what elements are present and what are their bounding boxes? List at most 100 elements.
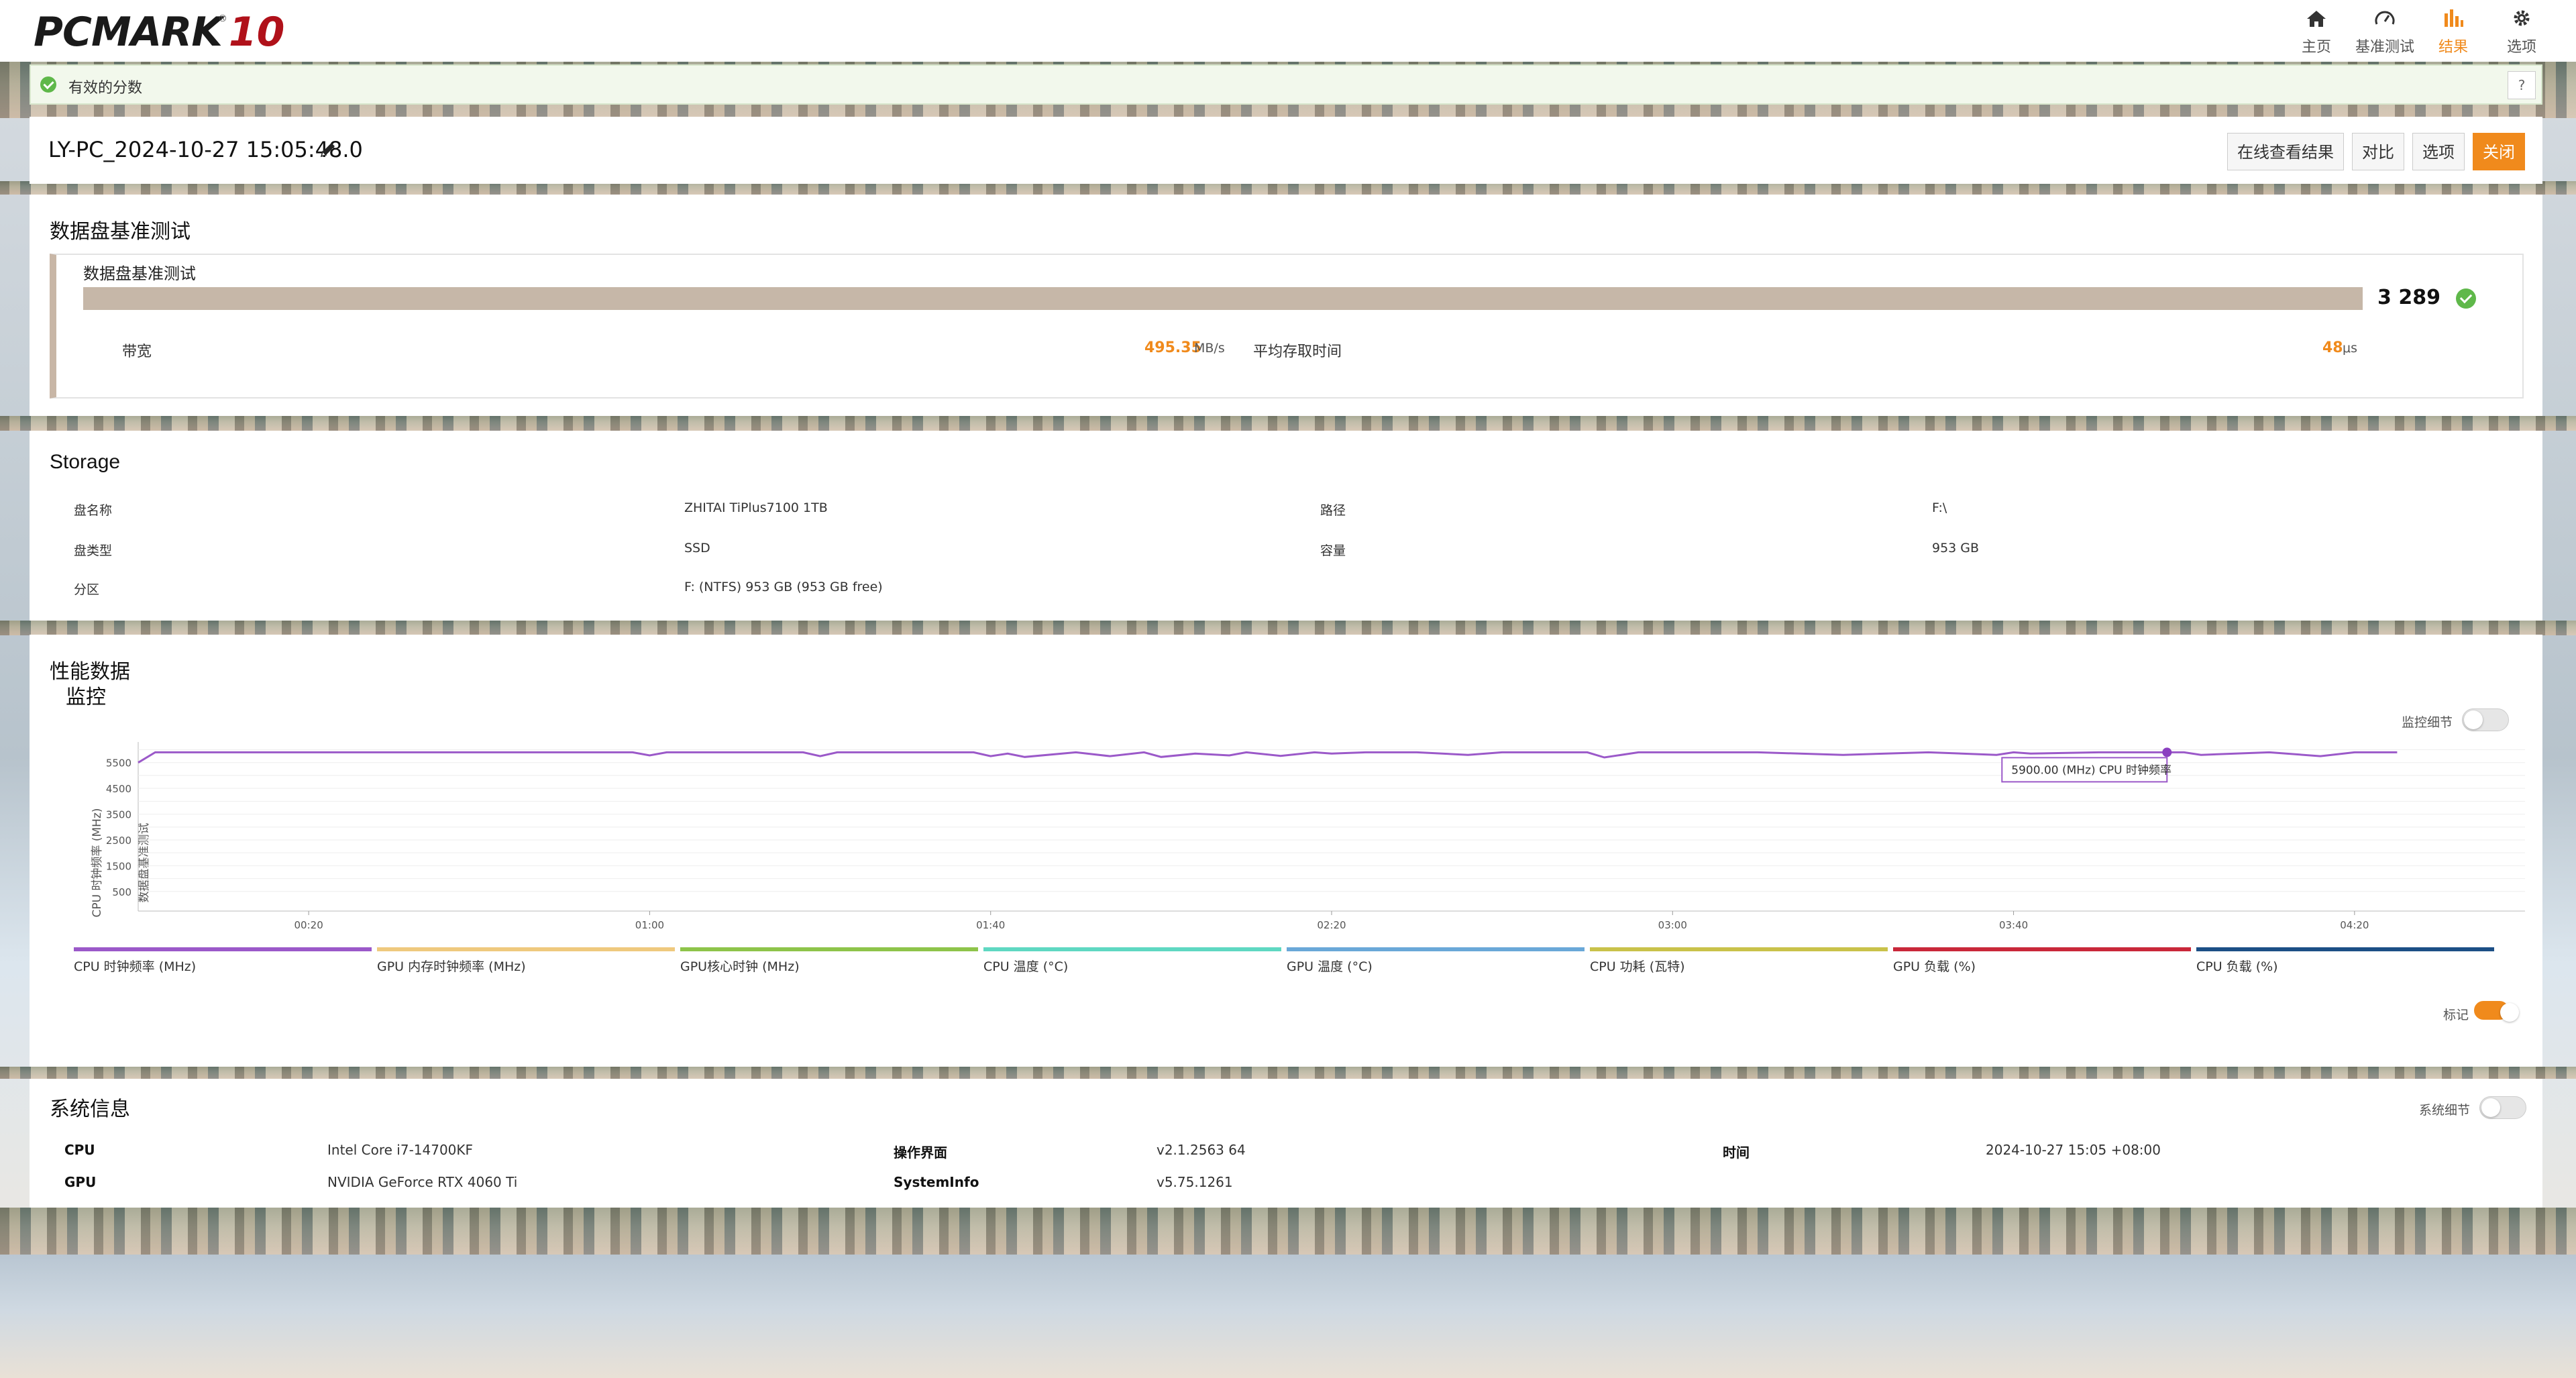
monitor-detail-toggle[interactable]: [2462, 708, 2509, 731]
bandwidth-unit: MB/s: [1194, 341, 1225, 356]
performance-panel: 性能数据 监控 监控细节 CPU 时钟频率 (MHz) 数据盘基准测试 500 1…: [30, 635, 2542, 1067]
nav-options-label: 选项: [2506, 39, 2536, 56]
gear-icon: [2514, 10, 2530, 26]
benchmark-panel-title: 数据盘基准测试: [50, 220, 191, 244]
latency-value: 48: [2322, 339, 2343, 356]
nav-benchmarks[interactable]: 基准测试: [2351, 5, 2419, 56]
benchmark-score-card: 数据盘基准测试 3 289 带宽 495.35 MB/s 平均存取时间 48 μ…: [50, 254, 2524, 399]
y-tick-label: 3500: [106, 809, 131, 821]
storage-value: F: (NTFS) 953 GB (953 GB free): [684, 580, 883, 594]
gpu-value: NVIDIA GeForce RTX 4060 Ti: [327, 1174, 518, 1190]
chart-tooltip: 5900.00 (MHz) CPU 时钟频率: [2001, 757, 2171, 783]
nav-results[interactable]: 结果: [2419, 5, 2487, 56]
system-detail-label: 系统细节: [2419, 1103, 2471, 1118]
check-circle-icon: [2456, 288, 2476, 309]
pcmark-logo: PCMARK ® 10: [34, 12, 284, 52]
time-value: 2024-10-27 15:05 +08:00: [1986, 1142, 2161, 1158]
legend-item[interactable]: GPU 内存时钟频率 (MHz): [377, 947, 675, 975]
y-tick-label: 1500: [106, 860, 131, 872]
highlighted-data-point[interactable]: [2162, 747, 2172, 757]
cpu-value: Intel Core i7-14700KF: [327, 1142, 474, 1158]
legend-color-line: [74, 947, 372, 951]
result-header: LY-PC_2024-10-27 15:05:48.0 在线查看结果 对比 选项…: [30, 117, 2542, 184]
chart-tooltip-text: 5900.00 (MHz) CPU 时钟频率: [2011, 763, 2171, 777]
gpu-key: GPU: [64, 1174, 97, 1190]
legend-color-line: [2196, 947, 2494, 951]
nav-benchmarks-label: 基准测试: [2355, 39, 2414, 56]
background-city-image: [0, 621, 2576, 635]
result-actions: 在线查看结果 对比 选项 关闭: [2227, 133, 2525, 170]
y-tick-label: 5500: [106, 757, 131, 770]
benchmark-panel: 数据盘基准测试 数据盘基准测试 3 289 带宽 495.35 MB/s 平均存…: [30, 195, 2542, 416]
ui-version-value: v2.1.2563 64: [1157, 1142, 1246, 1158]
close-button[interactable]: 关闭: [2473, 133, 2525, 170]
valid-score-banner: 有效的分数 ?: [30, 64, 2542, 105]
top-bar: PCMARK ® 10 主页 基准测试 结果 选项: [0, 0, 2576, 62]
legend-label: CPU 功耗 (瓦特): [1590, 959, 1685, 974]
marker-toggle[interactable]: [2474, 1001, 2519, 1022]
benchmark-score: 3 289: [2377, 286, 2440, 309]
background-city-image: [0, 1208, 2576, 1255]
legend-color-line: [983, 947, 1281, 951]
system-info-panel: 系统信息 系统细节 CPU Intel Core i7-14700KF GPU …: [30, 1079, 2542, 1208]
bar-chart-icon: [2445, 9, 2463, 27]
storage-key: 盘类型: [74, 543, 113, 558]
storage-title: Storage: [50, 451, 121, 473]
time-key: 时间: [1723, 1145, 1750, 1161]
system-info-title: 系统信息: [50, 1098, 130, 1121]
storage-value: 953 GB: [1932, 541, 1980, 555]
home-icon: [2307, 11, 2326, 27]
system-detail-toggle[interactable]: [2479, 1096, 2526, 1119]
check-circle-icon: [40, 76, 56, 93]
logo-registered-mark: ®: [217, 13, 227, 24]
y-tick-label: 4500: [106, 783, 131, 795]
storage-key: 分区: [74, 582, 100, 597]
bandwidth-label: 带宽: [122, 343, 152, 360]
gauge-icon: [2375, 11, 2395, 25]
legend-label: GPU 温度 (°C): [1287, 959, 1373, 974]
x-tick-label: 00:20: [294, 919, 323, 931]
result-name: LY-PC_2024-10-27 15:05:48.0: [48, 137, 363, 162]
systeminfo-value: v5.75.1261: [1157, 1174, 1233, 1190]
help-button[interactable]: ?: [2508, 71, 2536, 99]
systeminfo-key: SystemInfo: [894, 1174, 979, 1190]
legend-item[interactable]: CPU 温度 (°C): [983, 947, 1281, 975]
legend-label: CPU 负载 (%): [2196, 959, 2278, 974]
edit-pencil-icon[interactable]: [318, 140, 338, 160]
score-bar: [83, 287, 2363, 310]
legend-label: GPU核心时钟 (MHz): [680, 959, 800, 974]
nav-options[interactable]: 选项: [2487, 5, 2556, 56]
y-tick-label: 2500: [106, 835, 131, 847]
legend-label: CPU 时钟频率 (MHz): [74, 959, 197, 974]
monitor-title: 监控: [66, 686, 106, 709]
legend-label: GPU 内存时钟频率 (MHz): [377, 959, 526, 974]
storage-key: 容量: [1320, 543, 1346, 558]
options-button[interactable]: 选项: [2412, 133, 2465, 170]
compare-button[interactable]: 对比: [2352, 133, 2404, 170]
legend-item[interactable]: CPU 负载 (%): [2196, 947, 2494, 975]
latency-unit: μs: [2343, 341, 2357, 356]
ui-version-key: 操作界面: [894, 1145, 947, 1161]
storage-panel: Storage 盘名称 ZHITAI TiPlus7100 1TB 路径 F:\…: [30, 431, 2542, 621]
legend-item[interactable]: CPU 时钟频率 (MHz): [74, 947, 372, 975]
x-tick-label: 02:20: [1317, 919, 1346, 931]
nav-results-label: 结果: [2438, 39, 2468, 56]
legend-item[interactable]: GPU 负载 (%): [1893, 947, 2191, 975]
nav-home[interactable]: 主页: [2282, 5, 2351, 56]
monitoring-chart: CPU 时钟频率 (MHz) 数据盘基准测试 500 1500 2500 3500 45…: [91, 742, 2525, 931]
storage-key: 路径: [1320, 503, 1346, 518]
legend-item[interactable]: GPU核心时钟 (MHz): [680, 947, 978, 975]
logo-number: 10: [228, 9, 285, 56]
main-nav: 主页 基准测试 结果 选项: [2282, 5, 2556, 56]
x-tick-label: 03:00: [1658, 919, 1687, 931]
chart-ylabel-secondary: 数据盘基准测试: [138, 823, 151, 903]
legend-item[interactable]: CPU 功耗 (瓦特): [1590, 947, 1888, 975]
background-city-image: [0, 1067, 2576, 1079]
latency-label: 平均存取时间: [1253, 343, 1342, 360]
storage-key: 盘名称: [74, 503, 113, 518]
storage-value: SSD: [684, 541, 710, 555]
marker-label: 标记: [2443, 1008, 2469, 1022]
x-tick-label: 01:40: [976, 919, 1005, 931]
legend-item[interactable]: GPU 温度 (°C): [1287, 947, 1585, 975]
view-online-button[interactable]: 在线查看结果: [2227, 133, 2344, 170]
